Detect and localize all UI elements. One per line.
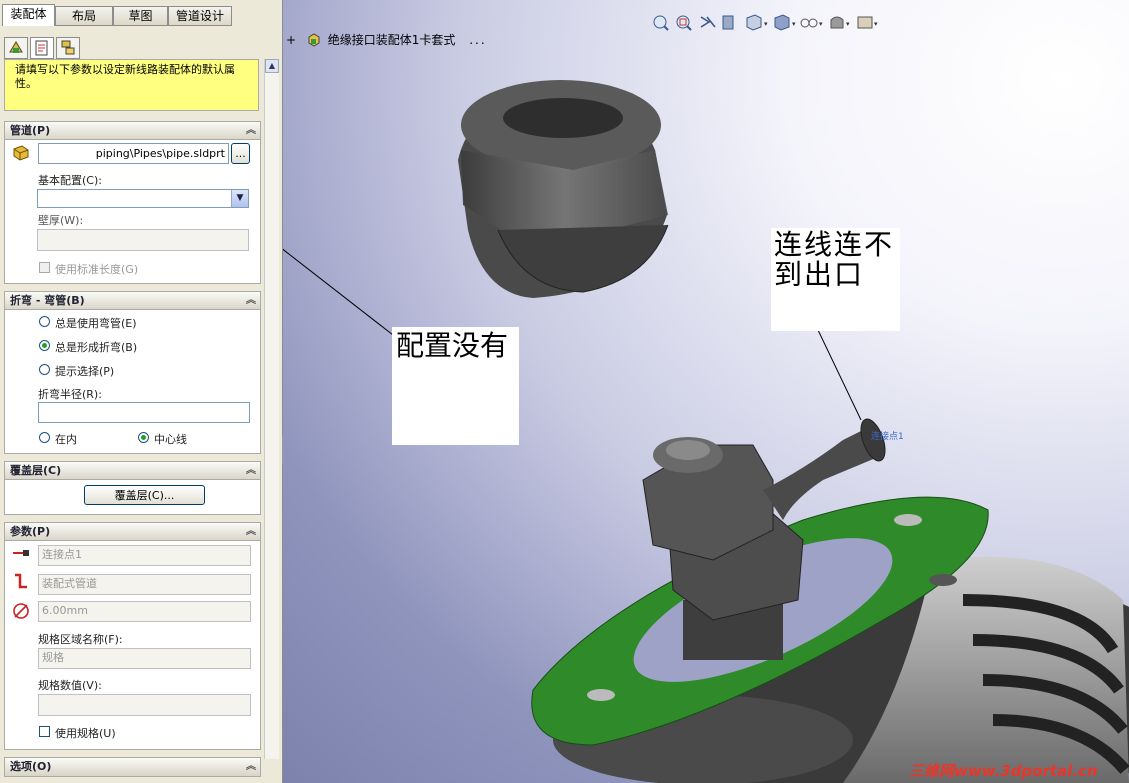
radio-always-bend[interactable] bbox=[39, 340, 50, 351]
wall-thickness-input[interactable] bbox=[37, 229, 249, 251]
use-spec-checkbox[interactable] bbox=[39, 726, 50, 737]
pipe-section-title: 管道(P) bbox=[10, 124, 51, 137]
covering-section-header[interactable]: 覆盖层(C) ︽ bbox=[4, 461, 261, 481]
params-section-title: 参数(P) bbox=[10, 525, 51, 538]
bend-radius-label: 折弯半径(R): bbox=[38, 388, 102, 401]
wall-thickness-label: 壁厚(W): bbox=[38, 214, 84, 227]
spec-region-input[interactable]: 规格 bbox=[38, 648, 251, 669]
standard-length-label: 使用标准长度(G) bbox=[55, 263, 139, 276]
use-spec-label: 使用规格(U) bbox=[55, 727, 116, 740]
spec-value-input[interactable] bbox=[38, 694, 251, 716]
radio-inside-label: 在内 bbox=[55, 433, 77, 446]
feature-tree-icon bbox=[9, 41, 23, 53]
bend-radius-input[interactable] bbox=[38, 402, 250, 423]
property-icon bbox=[35, 40, 48, 56]
connection-point-icon bbox=[13, 550, 29, 556]
base-config-select[interactable]: ▼ bbox=[37, 189, 249, 208]
property-manager-tab[interactable] bbox=[30, 37, 54, 59]
base-config-label: 基本配置(C): bbox=[38, 174, 102, 187]
leader-line-connect bbox=[817, 329, 862, 421]
radio-always-elbow-label: 总是使用弯管(E) bbox=[55, 317, 137, 330]
options-section-header[interactable]: 选项(O) ︽ bbox=[4, 757, 261, 777]
leader-line-config bbox=[283, 248, 394, 336]
diameter-icon bbox=[13, 603, 29, 619]
browse-button[interactable]: ... bbox=[231, 143, 250, 164]
spec-region-label: 规格区域名称(F): bbox=[38, 633, 123, 646]
pipe-section-header[interactable]: 管道(P) ︽ bbox=[4, 121, 261, 141]
bend-section-header[interactable]: 折弯 - 弯管(B) ︽ bbox=[4, 291, 261, 311]
radio-always-bend-label: 总是形成折弯(B) bbox=[55, 341, 138, 354]
radio-prompt-label: 提示选择(P) bbox=[55, 365, 115, 378]
collapse-icon[interactable]: ︽ bbox=[241, 523, 256, 541]
params-section-header[interactable]: 参数(P) ︽ bbox=[4, 522, 261, 542]
annotation-connect-note: 连线连不到出口 bbox=[771, 228, 900, 331]
connection-point-input[interactable]: 连接点1 bbox=[38, 545, 251, 566]
radio-centerline-label: 中心线 bbox=[154, 433, 187, 446]
feature-manager-tab[interactable] bbox=[4, 37, 28, 59]
collapse-icon[interactable]: ︽ bbox=[241, 292, 256, 310]
pipe-file-input[interactable]: piping\Pipes\pipe.sldprt bbox=[38, 143, 229, 164]
panel-scrollbar[interactable]: ▲ bbox=[264, 59, 279, 759]
standard-length-checkbox[interactable] bbox=[39, 262, 50, 273]
radio-prompt[interactable] bbox=[39, 364, 50, 375]
bend-section-title: 折弯 - 弯管(B) bbox=[10, 294, 85, 307]
upper-gland-part[interactable] bbox=[458, 80, 669, 298]
collapse-icon[interactable]: ︽ bbox=[241, 122, 256, 140]
chevron-down-icon[interactable]: ▼ bbox=[231, 190, 248, 207]
scroll-up-arrow-icon[interactable]: ▲ bbox=[265, 59, 279, 73]
connection-point-tag[interactable]: 连接点1 bbox=[871, 429, 904, 442]
config-manager-tab[interactable] bbox=[56, 37, 80, 59]
annotation-config-note: 配置没有 bbox=[392, 327, 519, 445]
covering-section-title: 覆盖层(C) bbox=[10, 464, 62, 477]
collapse-icon[interactable]: ︽ bbox=[241, 758, 256, 776]
info-message: 请填写以下参数以设定新线路装配体的默认属性。 bbox=[4, 59, 259, 111]
property-manager-panel: 装配体 布局 草图 管道设计 请填写以下参数以设定新线路装配体的默认属性。 ▲ … bbox=[0, 0, 283, 783]
tab-layout[interactable]: 布局 bbox=[55, 6, 113, 26]
radio-inside[interactable] bbox=[39, 432, 50, 443]
radio-always-elbow[interactable] bbox=[39, 316, 50, 327]
radio-centerline[interactable] bbox=[138, 432, 149, 443]
pipe-part-icon bbox=[13, 145, 29, 161]
collapse-icon[interactable]: ︽ bbox=[241, 462, 256, 480]
tab-piping[interactable]: 管道设计 bbox=[168, 6, 232, 26]
covering-button[interactable]: 覆盖层(C)... bbox=[84, 485, 205, 505]
tab-sketch[interactable]: 草图 bbox=[113, 6, 168, 26]
config-icon bbox=[61, 40, 75, 55]
graphics-viewport[interactable]: ▾ ▾ ▾ ▾ ▾ + 绝缘接口装配体1卡套式 ... 配置没有 连线连不到出口… bbox=[283, 0, 1129, 783]
watermark: 三维网www.3dportal.cn bbox=[909, 762, 1098, 780]
route-type-icon bbox=[15, 573, 27, 589]
route-type-input[interactable]: 装配式管道 bbox=[38, 574, 251, 595]
options-section-title: 选项(O) bbox=[10, 760, 52, 773]
spec-value-label: 规格数值(V): bbox=[38, 679, 102, 692]
diameter-input[interactable]: 6.00mm bbox=[38, 601, 251, 622]
tab-assembly[interactable]: 装配体 bbox=[2, 4, 55, 26]
